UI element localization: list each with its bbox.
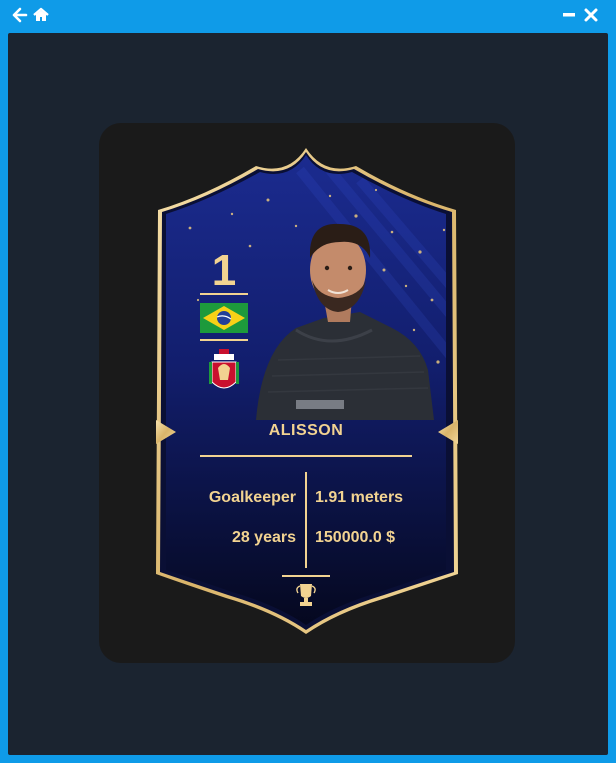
close-icon [584, 8, 598, 22]
arrow-left-icon [12, 7, 28, 23]
back-button[interactable] [11, 6, 29, 24]
content-area [8, 33, 608, 755]
minimize-icon [563, 13, 575, 17]
card-panel [99, 123, 515, 663]
player-rating: 1 [211, 246, 237, 295]
minimize-button[interactable] [560, 6, 578, 24]
player-height: 1.91 meters [315, 489, 404, 506]
player-age: 28 years [231, 529, 296, 546]
home-button[interactable] [32, 6, 50, 24]
player-value: 150000.0 $ [315, 529, 396, 546]
home-icon [33, 7, 49, 21]
title-bar [0, 0, 616, 30]
player-name: ALISSON [268, 422, 344, 439]
player-position: Goalkeeper [208, 489, 296, 506]
close-button[interactable] [582, 6, 600, 24]
